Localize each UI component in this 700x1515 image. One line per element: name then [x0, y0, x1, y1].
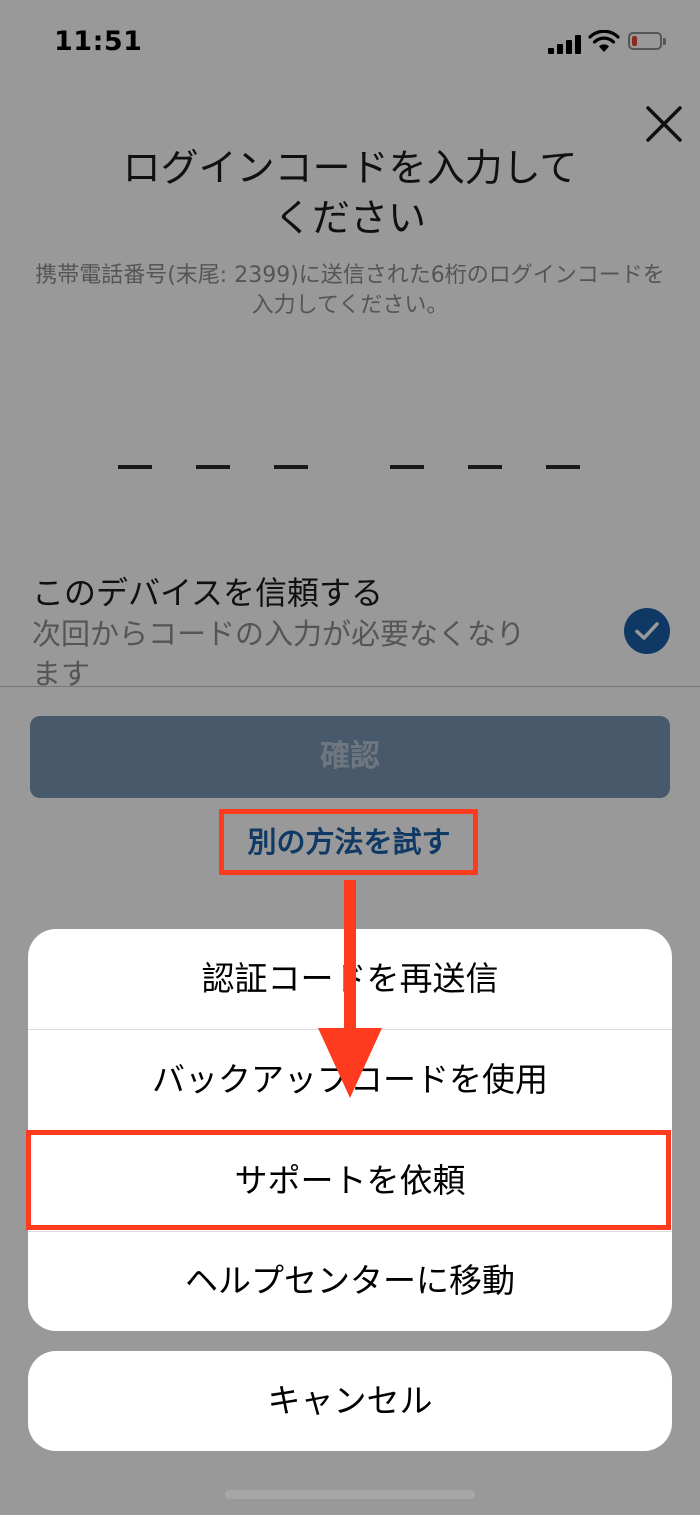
home-indicator — [225, 1490, 475, 1499]
help-center-option[interactable]: ヘルプセンターに移動 — [28, 1231, 672, 1331]
highlight-box — [219, 809, 478, 875]
cancel-button[interactable]: キャンセル — [28, 1351, 672, 1451]
annotation-arrow-icon — [318, 880, 382, 1098]
highlight-box — [26, 1130, 671, 1230]
